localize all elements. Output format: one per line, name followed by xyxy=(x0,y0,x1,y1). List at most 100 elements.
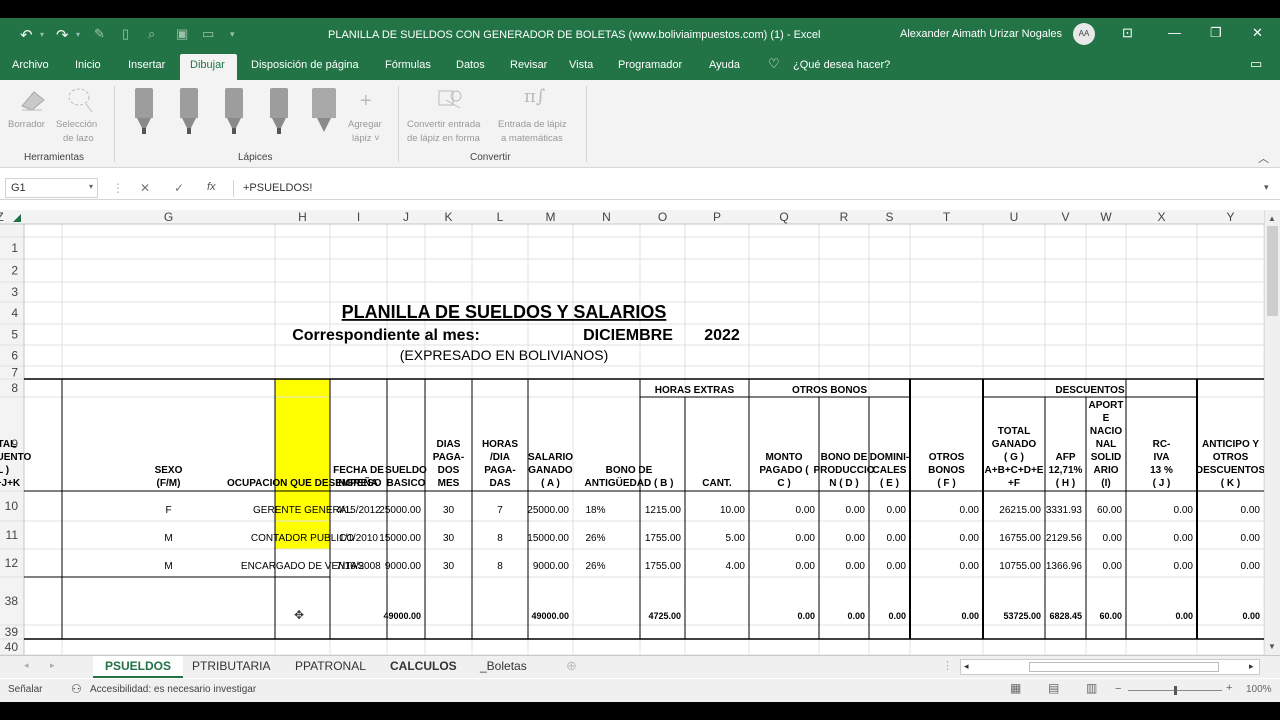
ink-shape-label-2: de lápiz en forma xyxy=(407,133,480,144)
formula-input[interactable]: +PSUELDOS! xyxy=(243,182,312,194)
tell-me-search[interactable]: ¿Qué desea hacer? xyxy=(793,59,890,71)
tab-vista[interactable]: Vista xyxy=(569,59,593,71)
zoom-out-icon[interactable]: − xyxy=(1115,683,1121,695)
add-pen-icon[interactable]: + xyxy=(360,90,372,113)
sheet-tab-psueldos[interactable]: PSUELDOS xyxy=(93,656,184,678)
column-header-m: M xyxy=(546,210,556,224)
undo-icon[interactable]: ↶ xyxy=(20,26,33,44)
cancel-icon[interactable]: ✕ xyxy=(140,181,150,195)
page-break-view-icon[interactable]: ▥ xyxy=(1086,681,1097,695)
pen-1-icon[interactable] xyxy=(135,88,153,136)
employee-cell-rc: 0.00 xyxy=(1174,505,1194,516)
comments-icon[interactable]: ▭ xyxy=(1250,56,1262,72)
employee-cell-sueldo: 25000.00 xyxy=(379,505,421,516)
highlighter-icon[interactable] xyxy=(312,88,336,136)
tab-datos[interactable]: Datos xyxy=(456,59,485,71)
open-icon[interactable]: ▭ xyxy=(202,26,214,42)
ribbon-display-icon[interactable]: ⊡ xyxy=(1122,25,1133,41)
accessibility-status[interactable]: Accesibilidad: es necesario investigar xyxy=(90,684,256,695)
page-layout-view-icon[interactable]: ▤ xyxy=(1048,681,1059,695)
tab-disposicion[interactable]: Disposición de página xyxy=(251,59,359,71)
employee-cell-sueldo: 15000.00 xyxy=(379,533,421,544)
group-lapices: Lápices xyxy=(238,152,273,163)
restore-icon[interactable]: ❐ xyxy=(1210,25,1222,41)
tab-archivo[interactable]: Archivo xyxy=(12,59,49,71)
zoom-slider-thumb[interactable] xyxy=(1174,686,1177,695)
format-painter-icon[interactable]: ✎ xyxy=(94,26,105,42)
ink-math-icon[interactable]: π∫ xyxy=(524,86,545,107)
header-aporte: (I) xyxy=(1101,478,1110,489)
minimize-icon[interactable]: — xyxy=(1168,25,1181,40)
ink-to-shape-icon[interactable] xyxy=(436,88,464,114)
scroll-thumb[interactable] xyxy=(1267,226,1278,316)
header-otros-bonos: OTROS xyxy=(929,452,965,463)
prev-sheet-icon[interactable]: ◂ xyxy=(24,660,29,671)
pen-3-icon[interactable] xyxy=(225,88,243,136)
print-preview-icon[interactable]: ⌕ xyxy=(148,26,155,42)
formula-bar-grip-icon: ⋮ xyxy=(112,181,124,195)
month-label: Correspondiente al mes: xyxy=(292,327,480,344)
close-icon[interactable]: ✕ xyxy=(1252,25,1263,41)
header-salario: GANADO xyxy=(528,465,573,476)
pen-2-icon[interactable] xyxy=(180,88,198,136)
vertical-scrollbar[interactable]: ▲ ▼ xyxy=(1264,210,1280,655)
sheet-tab-ppatronal[interactable]: PPATRONAL xyxy=(283,656,378,678)
header-total-desc: ( L ) xyxy=(0,465,9,476)
name-box[interactable]: G1 ▾ xyxy=(5,178,98,198)
collapse-ribbon-icon[interactable]: ︿ xyxy=(1258,150,1269,166)
header-total-desc: TOTAL xyxy=(0,439,16,450)
tab-insertar[interactable]: Insertar xyxy=(128,59,165,71)
user-name[interactable]: Alexander Aimath Urizar Nogales xyxy=(900,28,1062,40)
header-anticipo: DESCUENTOS xyxy=(1196,465,1264,476)
add-sheet-icon[interactable]: ⊕ xyxy=(566,658,577,674)
name-box-dropdown-icon[interactable]: ▾ xyxy=(89,182,93,191)
employee-cell-bono: 1755.00 xyxy=(645,561,682,572)
tab-revisar[interactable]: Revisar xyxy=(510,59,547,71)
tab-dibujar[interactable]: Dibujar xyxy=(180,54,237,80)
undo-dropdown-icon[interactable]: ▾ xyxy=(40,30,44,39)
horizontal-scrollbar[interactable]: ◂ ▸ xyxy=(960,659,1260,675)
header-dominicales: CALES xyxy=(873,465,907,476)
hscroll-thumb[interactable] xyxy=(1029,662,1219,672)
redo-dropdown-icon[interactable]: ▾ xyxy=(76,30,80,39)
column-header-p: P xyxy=(713,210,721,224)
header-dominicales: ( E ) xyxy=(880,478,899,489)
expand-formula-bar-icon[interactable]: ▾ xyxy=(1264,182,1269,193)
scroll-left-icon[interactable]: ◂ xyxy=(964,661,969,672)
scroll-up-icon[interactable]: ▲ xyxy=(1268,214,1276,223)
sheet-tab-calculos[interactable]: CALCULOS xyxy=(378,656,469,678)
lasso-icon[interactable] xyxy=(66,86,94,114)
tab-programador[interactable]: Programador xyxy=(618,59,682,71)
zoom-in-icon[interactable]: + xyxy=(1226,682,1232,694)
insert-function-icon[interactable]: fx xyxy=(207,181,216,193)
sheet-tab-boletas[interactable]: _Boletas xyxy=(468,656,539,678)
normal-view-icon[interactable]: ▦ xyxy=(1010,681,1021,695)
employee-cell-pct: 26% xyxy=(585,533,605,544)
sheet-tab-ptributaria[interactable]: PTRIBUTARIA xyxy=(180,656,282,678)
header-total-ganado: GANADO xyxy=(992,439,1037,450)
customize-toolbar-icon[interactable]: ▾ xyxy=(230,29,235,40)
save-icon[interactable]: ▣ xyxy=(176,26,188,42)
tab-formulas[interactable]: Fórmulas xyxy=(385,59,431,71)
redo-icon[interactable]: ↷ xyxy=(56,26,69,44)
group-herramientas: Herramientas xyxy=(24,152,85,163)
scroll-right-icon[interactable]: ▸ xyxy=(1249,661,1254,672)
pen-4-icon[interactable] xyxy=(270,88,288,136)
tab-splitter-icon[interactable]: ⋮ xyxy=(942,659,953,672)
lightbulb-icon: ♡ xyxy=(768,56,780,71)
employee-cell-dom: 0.00 xyxy=(887,505,907,516)
scroll-down-icon[interactable]: ▼ xyxy=(1268,642,1276,651)
header-fecha: INGRESO xyxy=(335,478,381,489)
enter-icon[interactable]: ✓ xyxy=(174,181,184,195)
employee-cell-horas: 8 xyxy=(497,533,503,544)
next-sheet-icon[interactable]: ▸ xyxy=(50,660,55,671)
tab-ayuda[interactable]: Ayuda xyxy=(709,59,740,71)
new-file-icon[interactable]: ▯ xyxy=(122,26,129,42)
zoom-level[interactable]: 100% xyxy=(1246,684,1272,695)
worksheet-grid[interactable]: GHIJKLMNOPQRSTUVWXYZ12345678910111238394… xyxy=(0,210,1264,655)
avatar[interactable]: AA xyxy=(1073,23,1095,45)
header-dias: DOS xyxy=(438,465,460,476)
tab-inicio[interactable]: Inicio xyxy=(75,59,101,71)
eraser-icon[interactable] xyxy=(18,88,46,112)
header-cant: CANT. xyxy=(702,478,732,489)
